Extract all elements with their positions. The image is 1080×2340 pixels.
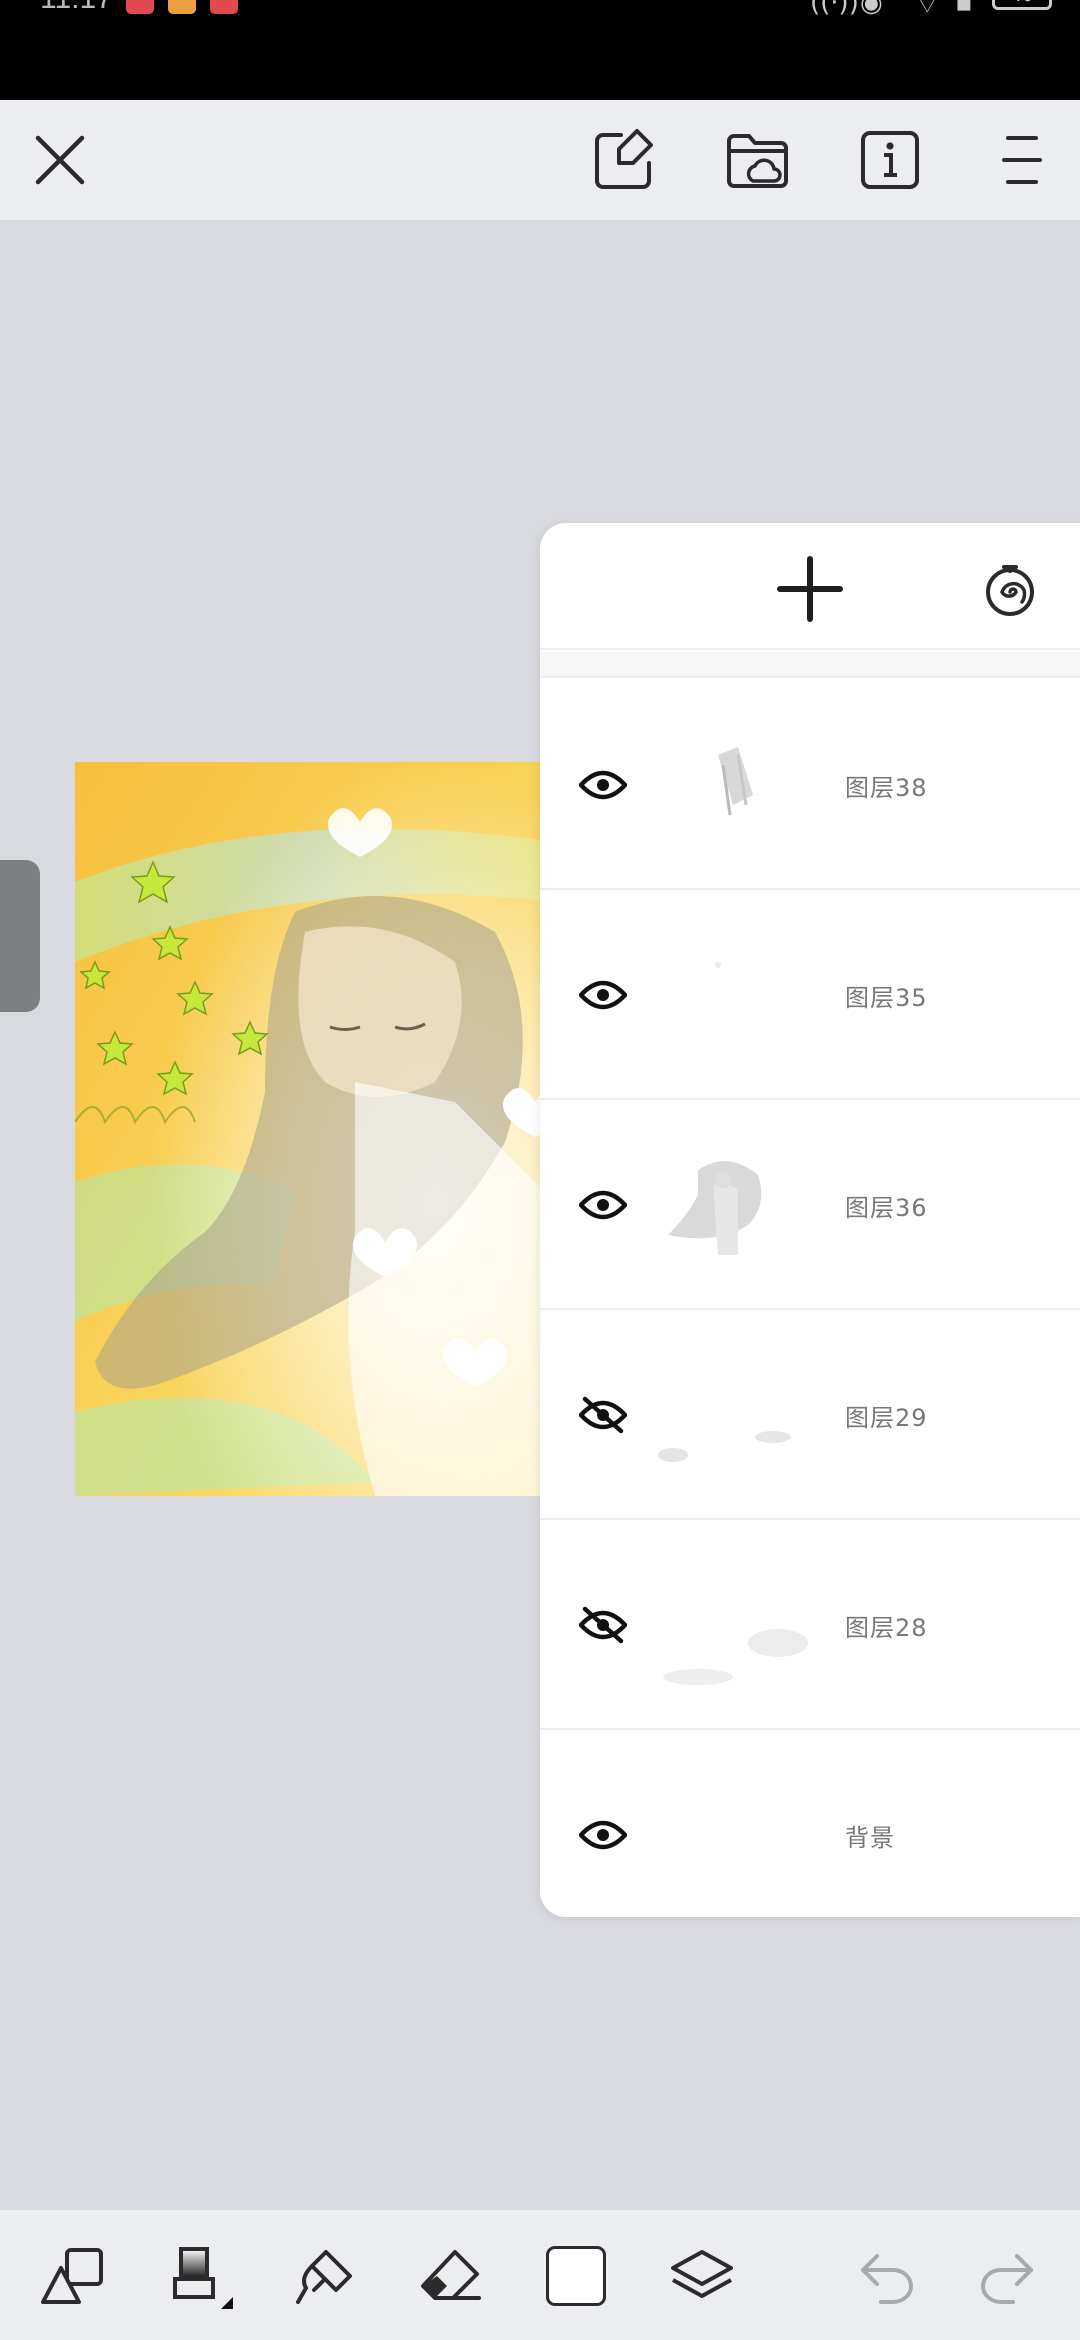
menu-icon: [1002, 136, 1042, 184]
visibility-toggle[interactable]: [578, 1180, 628, 1230]
eraser-icon: [421, 2250, 481, 2300]
eye-icon: [579, 770, 627, 800]
cloud-folder-icon: [727, 134, 788, 188]
canvas-artwork[interactable]: [75, 762, 555, 1496]
layer-name: 图层28: [845, 1614, 928, 1642]
layer-thumbnail: [658, 1775, 808, 1895]
thumbnail-image: [658, 1431, 791, 1462]
layer-row[interactable]: 图层29: [540, 1310, 1080, 1520]
eye-off-icon: [579, 1606, 627, 1644]
eye-icon: [579, 980, 627, 1010]
layer-thumbnail: [658, 725, 808, 845]
eraser-button[interactable]: [414, 2240, 486, 2312]
visibility-toggle[interactable]: [578, 1390, 628, 1440]
layers-panel-header: [540, 523, 1080, 650]
visibility-toggle[interactable]: [578, 760, 628, 810]
battery-icon: 40: [992, 0, 1052, 10]
top-toolbar: [0, 100, 1080, 220]
thumbnail-image: [715, 962, 721, 968]
notification-icon: [168, 0, 196, 14]
close-button[interactable]: [22, 122, 98, 198]
smudge-button[interactable]: [290, 2240, 362, 2312]
layer-row[interactable]: 图层35: [540, 890, 1080, 1100]
layer-row[interactable]: 图层36: [540, 1100, 1080, 1310]
shapes-button[interactable]: [38, 2240, 110, 2312]
thumbnail-image: [718, 747, 753, 816]
layer-name: 图层29: [845, 1404, 928, 1432]
add-layer-button[interactable]: [772, 551, 848, 627]
undo-button[interactable]: [852, 2240, 924, 2312]
info-button[interactable]: [852, 122, 928, 198]
nfc-icon: ((·)): [810, 0, 859, 18]
artwork-image: [75, 762, 555, 1496]
smudge-icon: [296, 2250, 352, 2304]
status-bar: 11:17 ((·)) ◉ ⌔ ▪ 40: [0, 0, 1080, 100]
layer-name: 图层35: [845, 984, 928, 1012]
layer-name: 图层36: [845, 1194, 928, 1222]
undo-icon: [861, 2254, 913, 2304]
layer-row[interactable]: 图层38: [540, 680, 1080, 890]
layer-options-button[interactable]: [974, 553, 1046, 625]
edit-frame-button[interactable]: [586, 122, 662, 198]
side-panel-handle[interactable]: [0, 860, 40, 1012]
brush-icon: [173, 2247, 233, 2309]
visibility-toggle[interactable]: [578, 1600, 628, 1650]
notification-icon: [210, 0, 238, 14]
edit-frame-icon: [595, 129, 653, 189]
redo-icon: [981, 2254, 1033, 2304]
layer-thumbnail: [658, 1145, 808, 1265]
eye-comfort-icon: ◉: [860, 0, 883, 18]
plus-icon: [777, 556, 843, 622]
visibility-toggle[interactable]: [578, 1810, 628, 1860]
spiral-icon: [986, 565, 1034, 616]
layer-row[interactable]: 背景: [540, 1730, 1080, 1917]
thumbnail-image: [663, 1629, 808, 1685]
shapes-icon: [41, 2248, 103, 2304]
visibility-toggle[interactable]: [578, 970, 628, 1020]
cloud-folder-button[interactable]: [720, 122, 796, 198]
layer-thumbnail: [658, 1355, 808, 1475]
layer-thumbnail: [658, 1565, 808, 1685]
layer-thumbnail: [658, 935, 808, 1055]
layer-row[interactable]: 图层28: [540, 1520, 1080, 1730]
color-swatch: [546, 2246, 606, 2306]
layers-icon: [671, 2250, 733, 2298]
eye-icon: [579, 1820, 627, 1850]
eye-off-icon: [579, 1396, 627, 1434]
battery-level: 40: [1011, 0, 1034, 6]
panel-divider: [540, 652, 1080, 678]
color-picker-button[interactable]: [540, 2240, 612, 2312]
layer-name: 背景: [845, 1824, 895, 1852]
wifi-icon: ⌔: [915, 0, 940, 20]
menu-button[interactable]: [984, 122, 1060, 198]
lock-icon: ▪: [955, 0, 973, 18]
layer-name: 图层38: [845, 774, 928, 802]
info-icon: [861, 131, 919, 189]
layers-panel: 图层38 图层35 图层36 图层29 图层28 背景: [540, 523, 1080, 1917]
notification-icon: [126, 0, 154, 14]
eye-icon: [579, 1190, 627, 1220]
status-time: 11:17: [40, 0, 113, 16]
close-icon: [35, 135, 85, 185]
brush-button[interactable]: [164, 2240, 236, 2312]
bottom-toolbar: [0, 2210, 1080, 2340]
thumbnail-image: [668, 1161, 762, 1255]
layers-button[interactable]: [666, 2240, 738, 2312]
redo-button[interactable]: [970, 2240, 1042, 2312]
